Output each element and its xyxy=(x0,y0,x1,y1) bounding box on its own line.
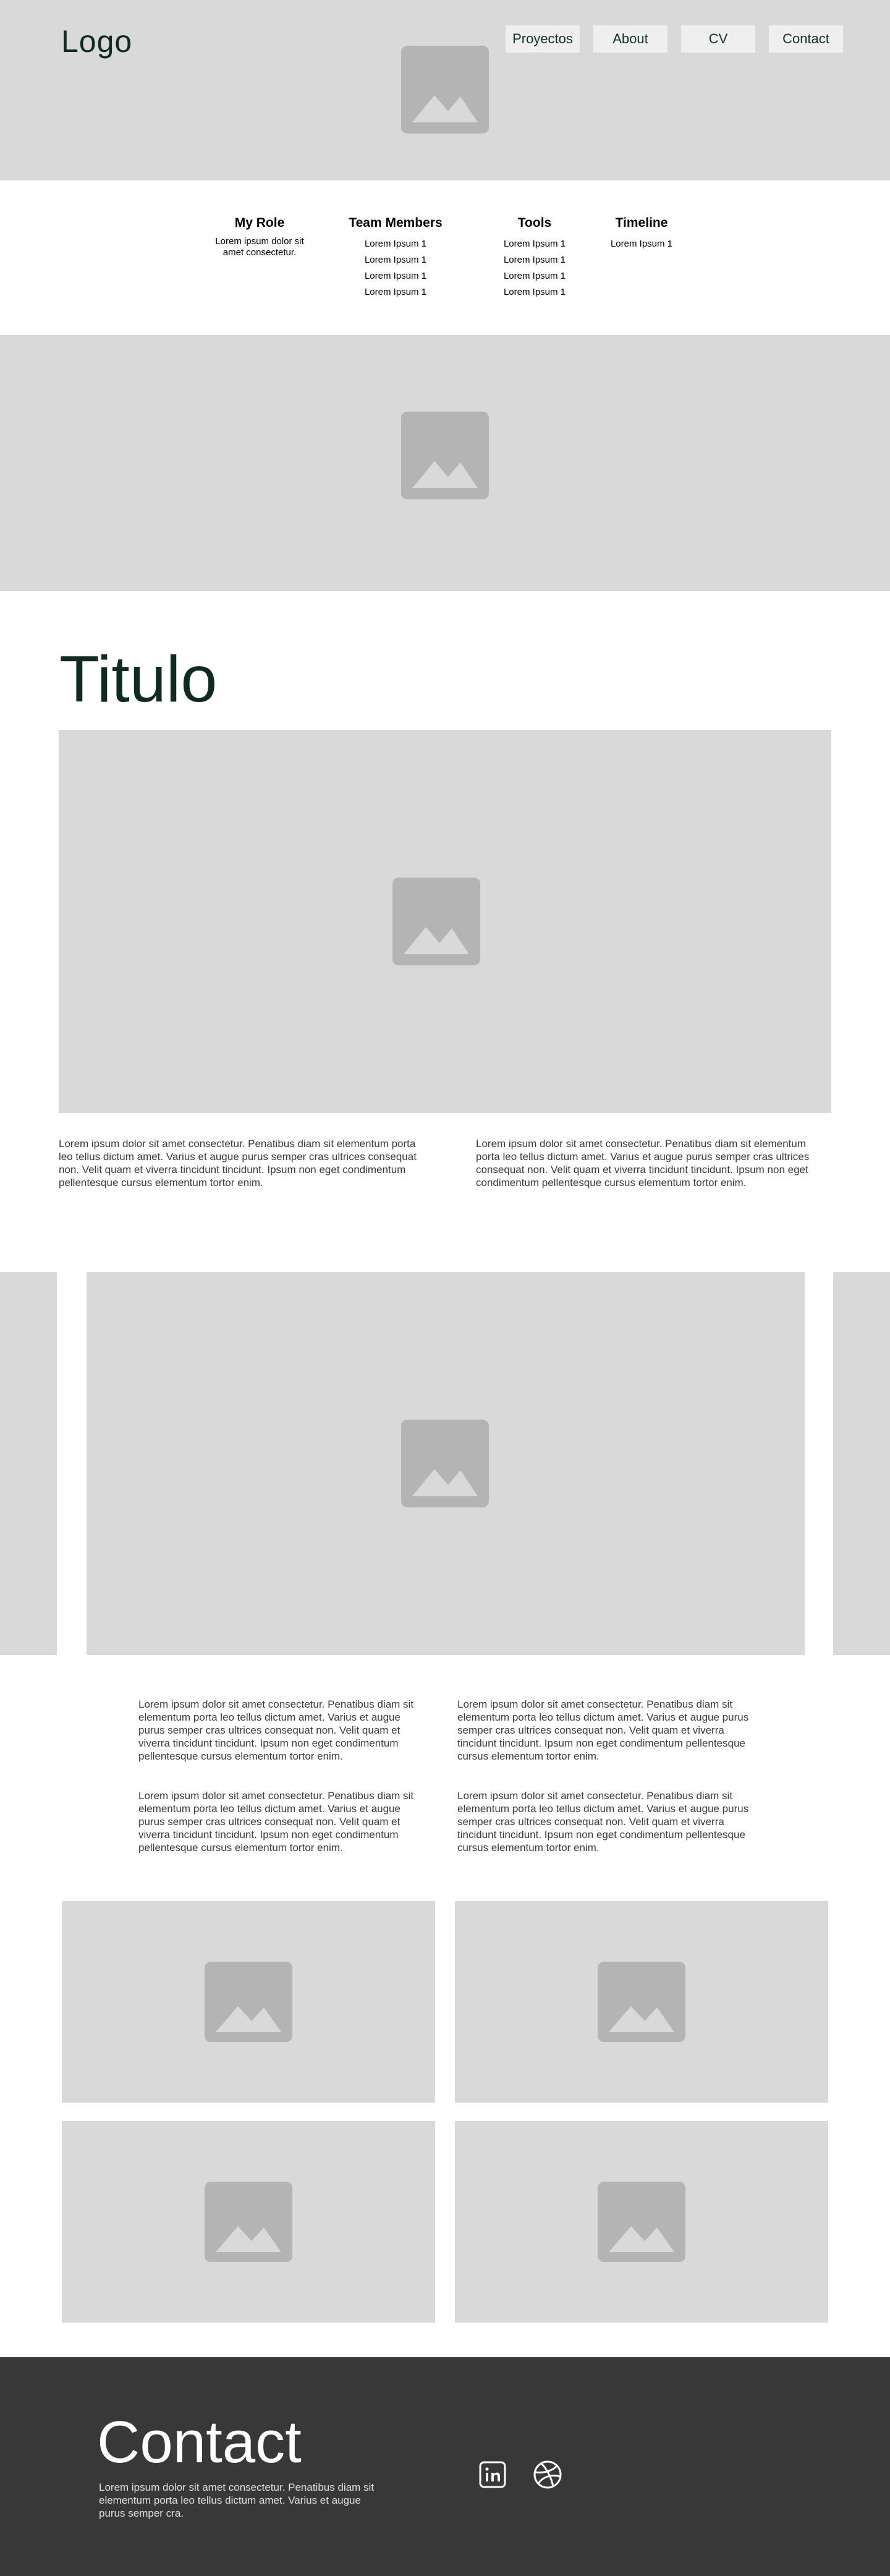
header-hero: Logo Proyectos About CV Contact xyxy=(0,0,890,180)
info-item: Lorem Ipsum 1 xyxy=(364,271,427,281)
intro-paragraph-right: Lorem ipsum dolor sit amet consectetur. … xyxy=(476,1138,810,1188)
image-placeholder-icon xyxy=(401,412,489,499)
carousel-next-slide[interactable] xyxy=(833,1272,890,1655)
contact-text: Lorem ipsum dolor sit amet consectetur. … xyxy=(99,2481,375,2519)
info-heading: Tools xyxy=(517,216,552,230)
text-block: Lorem ipsum dolor sit amet consectetur. … xyxy=(457,1698,749,1762)
linkedin-icon[interactable] xyxy=(478,2460,507,2489)
info-item: Lorem Ipsum 1 xyxy=(503,239,566,249)
dribbble-icon[interactable] xyxy=(533,2460,562,2489)
info-item: Lorem Ipsum 1 xyxy=(364,239,427,249)
contact-title: Contact xyxy=(97,2409,302,2475)
info-heading: Team Members xyxy=(349,216,443,230)
info-item: Lorem Ipsum 1 xyxy=(503,287,566,297)
info-item: Lorem Ipsum 1 xyxy=(610,239,673,249)
nav-proyectos-button[interactable]: Proyectos xyxy=(506,25,580,53)
image-placeholder-icon xyxy=(401,1420,489,1507)
banner-image xyxy=(0,335,890,591)
info-item: Lorem Ipsum 1 xyxy=(503,255,566,265)
info-my-role: My Role Lorem ipsum dolor sit amet conse… xyxy=(208,215,312,258)
project-info: My Role Lorem ipsum dolor sit amet conse… xyxy=(0,180,890,335)
info-item: Lorem Ipsum 1 xyxy=(364,255,427,265)
intro-paragraph-left: Lorem ipsum dolor sit amet consectetur. … xyxy=(59,1138,417,1188)
nav-cv-button[interactable]: CV xyxy=(681,25,755,53)
text-block: Lorem ipsum dolor sit amet consectetur. … xyxy=(138,1790,414,1854)
info-team-members: Team Members Lorem Ipsum 1 Lorem Ipsum 1… xyxy=(340,215,451,300)
carousel-slide xyxy=(87,1272,805,1655)
info-item: Lorem ipsum dolor sit amet consectetur. xyxy=(215,236,304,258)
gallery-image xyxy=(455,2121,828,2323)
info-item: Lorem Ipsum 1 xyxy=(503,271,566,281)
nav-contact-button[interactable]: Contact xyxy=(769,25,843,53)
text-block: Lorem ipsum dolor sit amet consectetur. … xyxy=(457,1790,749,1854)
main-image xyxy=(59,730,831,1113)
text-block: Lorem ipsum dolor sit amet consectetur. … xyxy=(138,1698,414,1762)
gallery-image xyxy=(455,1901,828,2103)
page-title: Titulo xyxy=(59,643,218,716)
gallery-image xyxy=(62,1901,435,2103)
info-heading: My Role xyxy=(234,216,285,230)
image-placeholder-icon xyxy=(401,46,489,133)
gallery-image xyxy=(62,2121,435,2323)
image-placeholder-icon xyxy=(392,878,480,965)
logo[interactable]: Logo xyxy=(61,23,132,59)
info-item: Lorem Ipsum 1 xyxy=(364,287,427,297)
info-tools: Tools Lorem Ipsum 1 Lorem Ipsum 1 Lorem … xyxy=(488,215,581,300)
image-placeholder-icon xyxy=(205,2182,292,2262)
info-timeline: Timeline Lorem Ipsum 1 xyxy=(598,215,685,252)
image-placeholder-icon xyxy=(598,1962,685,2042)
nav-about-button[interactable]: About xyxy=(593,25,668,53)
info-heading: Timeline xyxy=(615,216,668,230)
image-placeholder-icon xyxy=(598,2182,685,2262)
carousel-prev-slide[interactable] xyxy=(0,1272,57,1655)
image-placeholder-icon xyxy=(205,1962,292,2042)
